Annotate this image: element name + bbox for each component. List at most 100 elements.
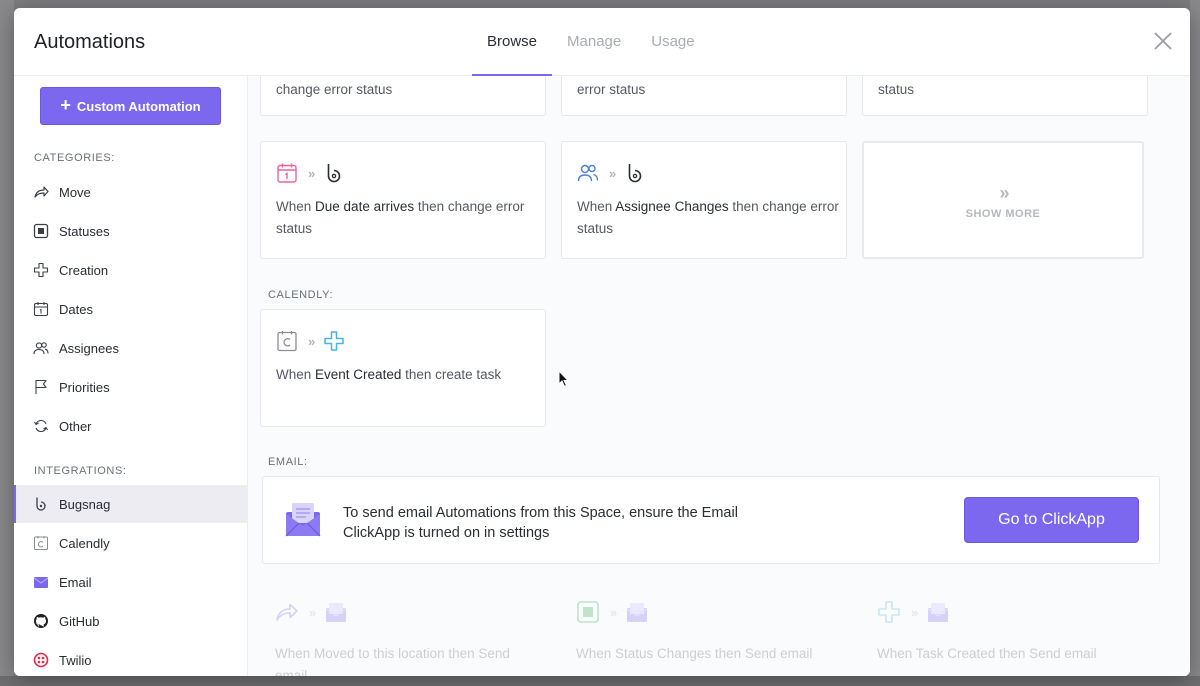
show-more-card[interactable]: » SHOW MORE — [862, 141, 1144, 259]
automation-card-disabled: » When Status Changes then Send email — [561, 584, 847, 676]
envelope-icon — [285, 503, 321, 537]
automation-card-disabled: » When Task Created then Send email — [862, 584, 1148, 676]
arrow-forward-icon — [276, 603, 298, 621]
sidebar-item-label: Move — [59, 184, 91, 200]
calendar-due-icon — [277, 163, 297, 183]
modal-header: Automations Browse Manage Usage — [14, 8, 1190, 76]
automation-description: When Status Changes then Send email — [576, 646, 813, 661]
automation-card-assignee[interactable]: » When Assignee Changes then change erro… — [561, 141, 847, 259]
sidebar-item-assignees[interactable]: Assignees — [14, 329, 248, 367]
show-more-label: SHOW MORE — [965, 208, 1041, 220]
sidebar-item-statuses[interactable]: Statuses — [14, 212, 248, 250]
github-icon — [33, 613, 49, 629]
automation-description: When Event Created then create task — [276, 367, 502, 382]
automation-card-event-created[interactable]: » When Event Created then create task — [260, 309, 546, 427]
categories-heading: CATEGORIES: — [34, 152, 115, 164]
users-icon — [33, 340, 49, 356]
sidebar-item-other[interactable]: Other — [14, 407, 248, 445]
tab-browse[interactable]: Browse — [472, 8, 553, 76]
integrations-heading: INTEGRATIONS: — [34, 465, 127, 477]
automations-browse-panel: change error status error status status … — [248, 76, 1190, 676]
refresh-icon — [33, 418, 49, 434]
automation-card[interactable]: error status — [561, 76, 847, 116]
automation-description: status — [878, 82, 915, 97]
chevrons-right-icon: » — [999, 183, 1009, 203]
automation-description: When Task Created then Send email — [877, 646, 1097, 661]
envelope-icon — [626, 603, 648, 622]
email-clickapp-banner: To send email Automations from this Spac… — [262, 476, 1160, 564]
bugsnag-icon — [327, 164, 341, 183]
assignees-icon — [577, 164, 599, 182]
sidebar-item-label: Creation — [59, 262, 109, 278]
envelope-icon — [927, 603, 949, 622]
sidebar-item-move[interactable]: Move — [14, 173, 248, 211]
email-heading: EMAIL: — [268, 456, 308, 468]
chevrons-right-icon: » — [308, 333, 315, 349]
automation-card[interactable]: change error status — [260, 76, 546, 116]
sidebar-item-label: Dates — [59, 301, 93, 317]
chevrons-right-icon: » — [609, 165, 616, 181]
background-app-bottom — [0, 676, 1200, 686]
chevrons-right-icon: » — [610, 604, 617, 620]
sidebar: + Custom Automation CATEGORIES: Move Sta… — [14, 76, 248, 676]
automation-description: change error status — [276, 82, 393, 97]
calendly-heading: CALENDLY: — [268, 289, 334, 301]
tab-manage[interactable]: Manage — [552, 8, 636, 76]
plus-outline-icon — [33, 262, 49, 278]
custom-automation-label: Custom Automation — [76, 98, 201, 114]
bugsnag-icon — [33, 496, 49, 512]
background-app-left — [0, 0, 14, 686]
sidebar-item-label: Bugsnag — [59, 496, 111, 512]
background-app-right — [1190, 0, 1200, 686]
create-plus-icon — [324, 331, 344, 351]
create-plus-icon — [878, 601, 900, 623]
automation-card[interactable]: status — [862, 76, 1148, 116]
sidebar-item-label: Other — [59, 418, 92, 434]
sidebar-item-label: Email — [59, 574, 92, 590]
sidebar-item-calendly[interactable]: Calendly — [14, 524, 248, 562]
sidebar-item-label: Statuses — [59, 223, 110, 239]
status-square-icon — [33, 223, 49, 239]
mouse-cursor-icon — [558, 370, 570, 388]
envelope-icon — [33, 574, 49, 590]
automation-card-due-date[interactable]: » When Due date arrives then change erro… — [260, 141, 546, 259]
envelope-icon — [325, 603, 347, 622]
automation-description: error status — [577, 82, 646, 97]
email-banner-text: To send email Automations from this Spac… — [343, 505, 738, 541]
flag-icon — [33, 379, 49, 395]
chevrons-right-icon: » — [911, 604, 918, 620]
modal-title: Automations — [34, 31, 146, 53]
automation-description: When Moved to this location then Send em… — [275, 646, 510, 676]
calendar-icon — [33, 301, 49, 317]
automation-description: When Due date arrives then change error … — [276, 199, 525, 236]
sidebar-item-email[interactable]: Email — [14, 563, 248, 601]
custom-automation-button[interactable]: + Custom Automation — [40, 87, 221, 125]
automation-card-disabled: » When Moved to this location then Send … — [260, 584, 546, 676]
go-to-clickapp-button[interactable]: Go to ClickApp — [964, 497, 1139, 543]
sidebar-item-priorities[interactable]: Priorities — [14, 368, 248, 406]
calendly-icon — [33, 535, 49, 551]
sidebar-item-bugsnag[interactable]: Bugsnag — [14, 485, 248, 523]
sidebar-item-twilio[interactable]: Twilio — [14, 641, 248, 676]
sidebar-item-label: Assignees — [59, 340, 119, 356]
tab-bar: Browse Manage Usage — [472, 8, 710, 76]
chevrons-right-icon: » — [308, 165, 315, 181]
sidebar-item-github[interactable]: GitHub — [14, 602, 248, 640]
sidebar-item-label: Twilio — [59, 652, 92, 668]
sidebar-item-label: GitHub — [59, 613, 100, 629]
bugsnag-icon — [628, 164, 642, 183]
status-square-icon — [577, 601, 599, 623]
automations-modal: Automations Browse Manage Usage + Custom… — [14, 8, 1190, 676]
automation-description: When Assignee Changes then change error … — [577, 199, 839, 236]
close-icon[interactable] — [1152, 30, 1174, 52]
calendly-icon — [277, 331, 297, 352]
sidebar-item-dates[interactable]: Dates — [14, 290, 248, 328]
sidebar-item-creation[interactable]: Creation — [14, 251, 248, 289]
sidebar-item-label: Calendly — [59, 535, 110, 551]
arrow-forward-icon — [33, 184, 49, 200]
sidebar-item-label: Priorities — [59, 379, 110, 395]
chevrons-right-icon: » — [309, 604, 316, 620]
tab-usage[interactable]: Usage — [636, 8, 709, 76]
plus-icon: + — [60, 95, 71, 115]
twilio-icon — [33, 652, 49, 668]
